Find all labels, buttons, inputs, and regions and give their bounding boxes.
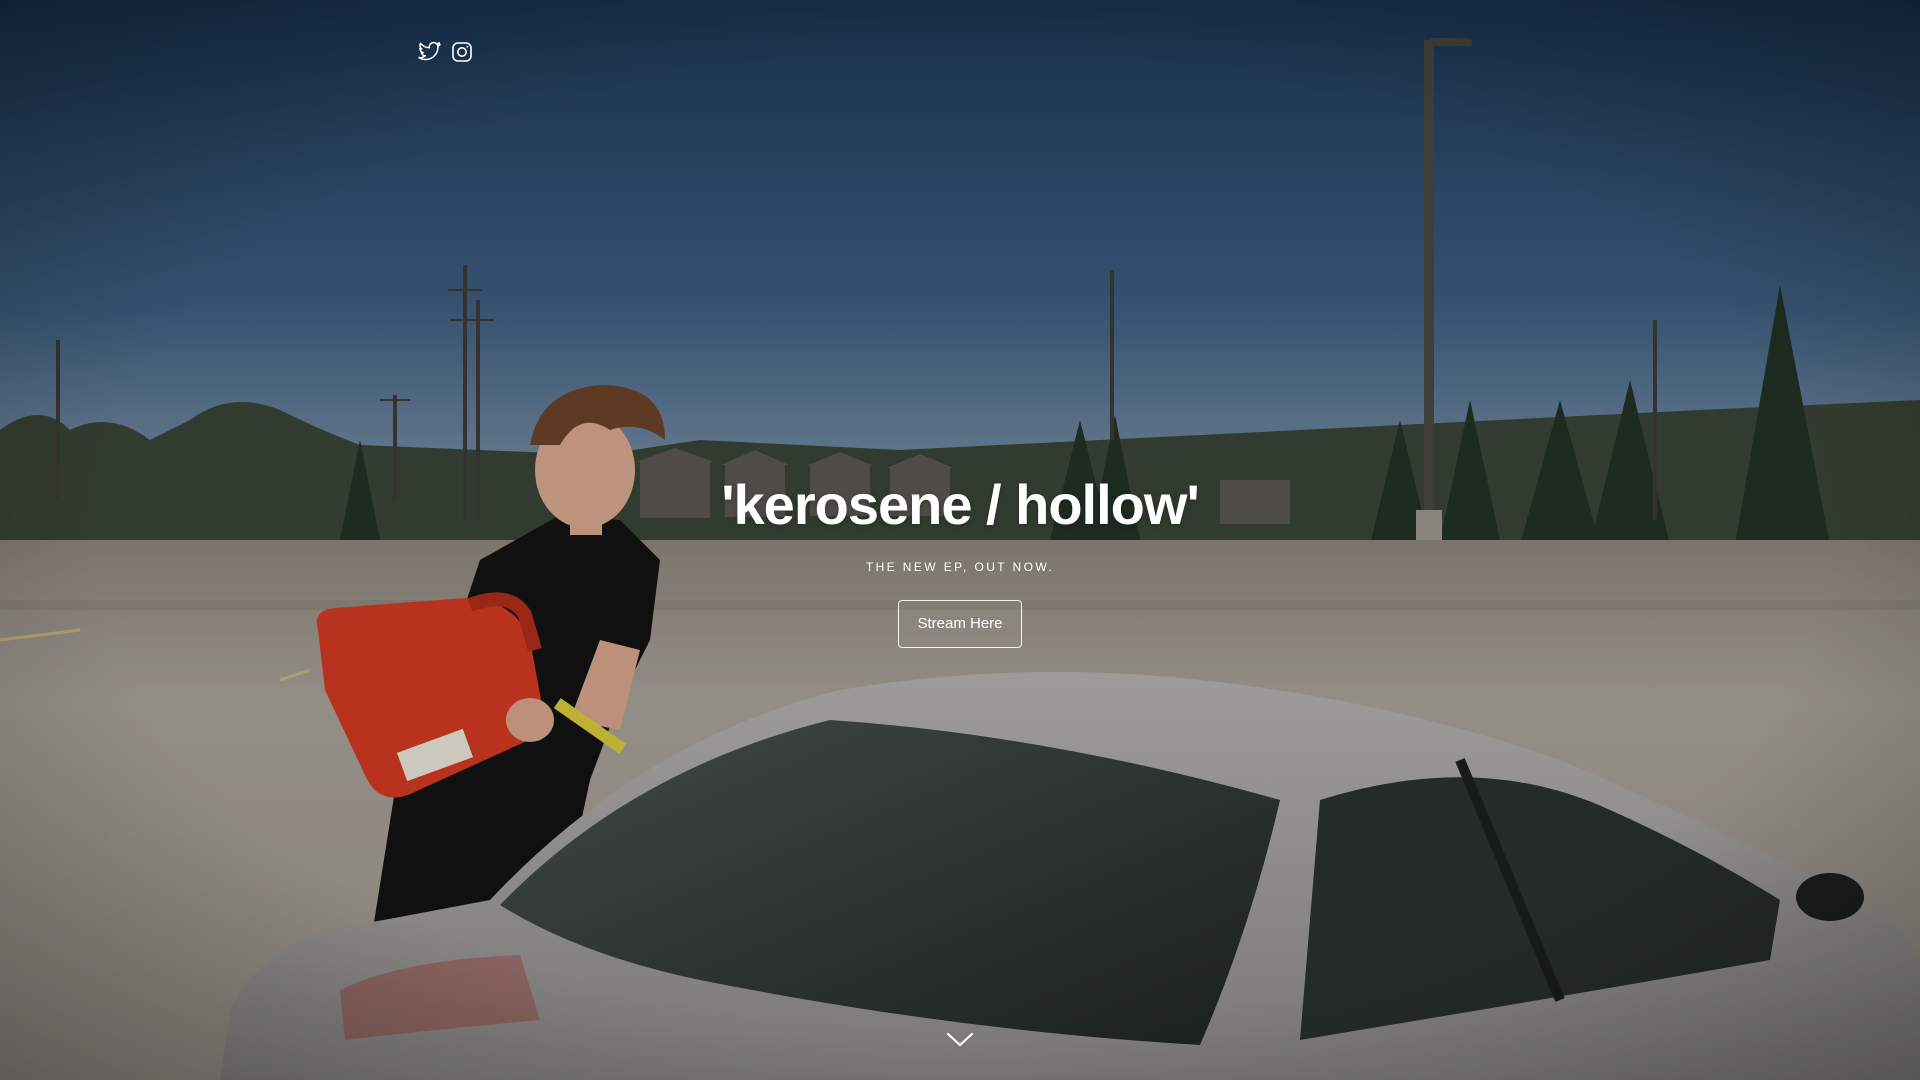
- stream-here-button[interactable]: Stream Here: [898, 600, 1022, 648]
- hero-section: 'kerosene / hollow' THE NEW EP, OUT NOW.…: [0, 0, 1920, 1080]
- scroll-down-button[interactable]: [945, 1030, 975, 1050]
- ep-title: 'kerosene / hollow': [721, 473, 1200, 536]
- instagram-icon: [452, 42, 472, 62]
- instagram-link[interactable]: [450, 40, 474, 64]
- social-links: [418, 40, 474, 64]
- chevron-down-icon: [946, 1032, 974, 1047]
- ep-subtitle: THE NEW EP, OUT NOW.: [865, 560, 1055, 574]
- twitter-link[interactable]: [418, 40, 442, 64]
- hero-content: 'kerosene / hollow' THE NEW EP, OUT NOW.…: [0, 470, 1920, 648]
- twitter-icon: [418, 41, 441, 61]
